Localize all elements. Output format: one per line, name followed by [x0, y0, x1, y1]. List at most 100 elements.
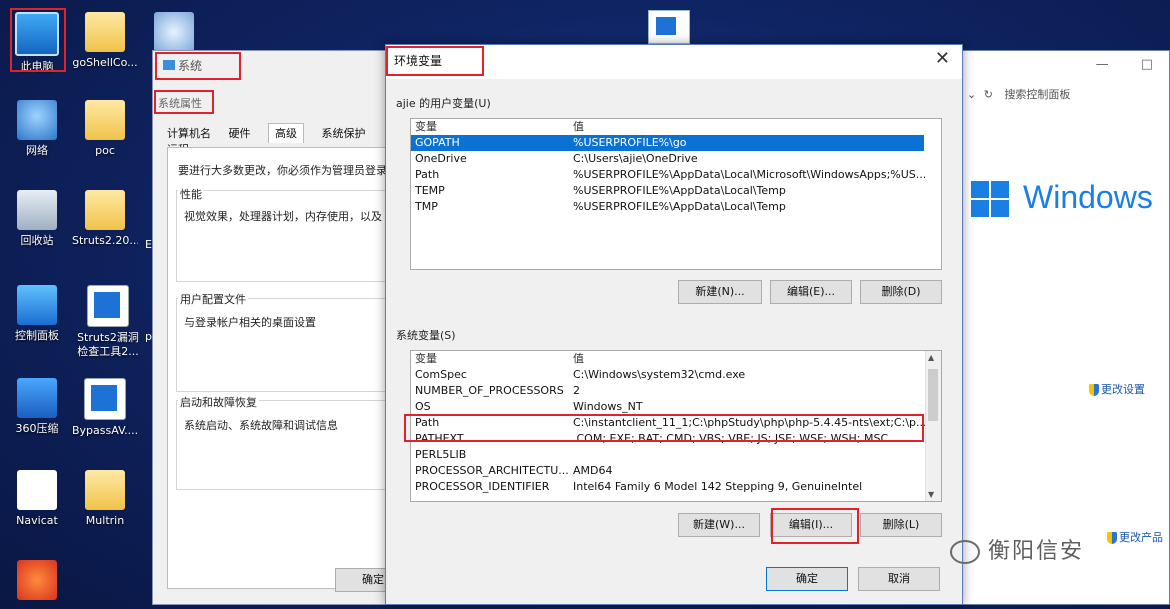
folder-icon [85, 12, 125, 52]
desktop-icon-360zip[interactable]: 360压缩 [4, 378, 70, 436]
var-name: NUMBER_OF_PROCESSORS [415, 384, 564, 397]
scrollbar-thumb[interactable] [928, 369, 938, 421]
list-row[interactable]: OneDrive C:\Users\ajie\OneDrive [411, 151, 941, 167]
user-new-button[interactable]: 新建(N)... [678, 280, 762, 304]
system-vars-label: 系统变量(S) [396, 329, 456, 342]
tab-advanced[interactable]: 高级 [268, 123, 304, 143]
desktop-icon-struts-checker[interactable]: Struts2漏洞检查工具2... [72, 285, 144, 359]
folder-icon [85, 470, 125, 510]
chevron-down-icon[interactable]: ⌄ [967, 88, 976, 101]
refresh-icon[interactable]: ↻ [984, 88, 993, 101]
highlight-box-path-row [404, 414, 924, 442]
change-settings-label: 更改设置 [1101, 383, 1145, 396]
desktop-icon-label: Struts2漏洞检查工具2... [77, 331, 139, 358]
desktop-icon-label: goShellCo... [72, 56, 138, 69]
desktop-icon-label: 网络 [26, 144, 48, 157]
control-panel-icon [17, 285, 57, 325]
tab-computer-name[interactable]: 计算机名 [167, 127, 211, 140]
desktop-icon-navicat[interactable]: Navicat [4, 470, 70, 528]
wechat-icon [950, 540, 980, 564]
highlight-box-env-title [386, 46, 484, 76]
var-name: OneDrive [415, 152, 467, 165]
tab-hardware[interactable]: 硬件 [229, 127, 251, 140]
desktop-icon-struts[interactable]: Struts2.20... [72, 190, 138, 248]
var-name: OS [415, 400, 431, 413]
var-name: PERL5LIB [415, 448, 467, 461]
desktop-icon-poc[interactable]: poc [72, 100, 138, 158]
user-edit-button[interactable]: 编辑(E)... [770, 280, 852, 304]
ok-button[interactable]: 确定 [766, 567, 848, 591]
column-header-variable[interactable]: 变量 [415, 351, 570, 367]
app-icon [17, 560, 57, 600]
desktop-icon-control-panel[interactable]: 控制面板 [4, 285, 70, 343]
column-header-variable[interactable]: 变量 [415, 119, 570, 135]
tab-system-protection[interactable]: 系统保护 [322, 127, 366, 140]
desktop-icon-label: Navicat [16, 514, 58, 527]
archive-icon [17, 378, 57, 418]
desktop-icon-label: BypassAV.... [72, 424, 138, 437]
close-icon[interactable]: ✕ [935, 48, 950, 69]
recycle-bin-icon [17, 190, 57, 230]
vertical-scrollbar[interactable]: ▲ ▼ [925, 351, 941, 501]
list-row[interactable]: PROCESSOR_IDENTIFIER Intel64 Family 6 Mo… [411, 479, 941, 495]
search-bar[interactable]: ⌄ ↻ 搜索控制面板 [967, 86, 1167, 108]
desktop-icon-label: 回收站 [20, 234, 54, 247]
desktop-icon-multrin[interactable]: Multrin [72, 470, 138, 528]
profile-title: 用户配置文件 [178, 291, 248, 307]
scroll-up-icon[interactable]: ▲ [928, 353, 934, 362]
var-name: ComSpec [415, 368, 467, 381]
environment-variables-dialog: 环境变量 ✕ ajie 的用户变量(U) 变量 值 GOPATH %USERPR… [385, 44, 963, 605]
list-row[interactable]: TEMP %USERPROFILE%\AppData\Local\Temp [411, 183, 941, 199]
list-row[interactable]: TMP %USERPROFILE%\AppData\Local\Temp [411, 199, 941, 215]
column-header-value[interactable]: 值 [573, 351, 928, 367]
list-row[interactable]: OS Windows_NT [411, 399, 941, 415]
list-row[interactable]: NUMBER_OF_PROCESSORS 2 [411, 383, 941, 399]
cancel-button[interactable]: 取消 [858, 567, 940, 591]
search-input[interactable]: 搜索控制面板 [1004, 88, 1070, 101]
list-row[interactable]: GOPATH %USERPROFILE%\go [411, 135, 924, 151]
desktop-icon-partial[interactable] [4, 560, 70, 604]
desktop-icon-bypassav[interactable]: BypassAV.... [72, 378, 138, 438]
performance-title: 性能 [178, 186, 204, 202]
windows-logo-icon [971, 181, 1011, 219]
var-value: %USERPROFILE%\AppData\Local\Microsoft\Wi… [573, 168, 927, 181]
column-header-value[interactable]: 值 [573, 119, 928, 135]
desktop-icon-goshell[interactable]: goShellCo... [72, 12, 138, 70]
scroll-down-icon[interactable]: ▼ [928, 490, 934, 499]
list-row[interactable]: Path %USERPROFILE%\AppData\Local\Microso… [411, 167, 941, 183]
list-row[interactable]: PERL5LIB [411, 447, 941, 463]
change-settings-link[interactable]: 更改设置 [1089, 381, 1145, 397]
windows-brand: Windows [1023, 179, 1153, 215]
advanced-tab-panel: 要进行大多数更改，你必须作为管理员登录 性能 视觉效果，处理器计划，内存使用，以… [167, 147, 395, 589]
change-product-link[interactable]: 更改产品 [1107, 529, 1163, 545]
taskbar-app-icon[interactable] [648, 10, 690, 44]
profile-group [176, 298, 388, 392]
var-value: %USERPROFILE%\AppData\Local\Temp [573, 184, 786, 197]
system-delete-button[interactable]: 删除(L) [860, 513, 942, 537]
list-row[interactable]: ComSpec C:\Windows\system32\cmd.exe [411, 367, 941, 383]
var-name: TEMP [415, 184, 445, 197]
highlight-box-system-props [154, 90, 214, 114]
var-name: TMP [415, 200, 438, 213]
network-icon [17, 100, 57, 140]
var-name: PROCESSOR_ARCHITECTU... [415, 464, 569, 477]
desktop-icon-recycle-bin[interactable]: 回收站 [4, 190, 70, 248]
system-properties-window: 系统 系统属性 计算机名 硬件 高级 系统保护 远程 要进行大多数更改，你必须作… [152, 50, 411, 605]
desktop-icon-network[interactable]: 网络 [4, 100, 70, 158]
var-value: %USERPROFILE%\go [573, 136, 687, 149]
desktop-icon-label: Struts2.20... [72, 234, 138, 247]
list-row[interactable]: PROCESSOR_ARCHITECTU... AMD64 [411, 463, 941, 479]
user-vars-list[interactable]: 变量 值 GOPATH %USERPROFILE%\go OneDrive C:… [410, 118, 942, 270]
performance-desc: 视觉效果，处理器计划，内存使用，以及 [184, 210, 382, 223]
minimize-button[interactable]: — [1096, 57, 1109, 72]
var-value: Intel64 Family 6 Model 142 Stepping 9, G… [573, 480, 863, 493]
maximize-button[interactable]: □ [1141, 57, 1153, 72]
watermark-text: 衡阳信安 [988, 539, 1085, 564]
change-product-label: 更改产品 [1119, 531, 1163, 544]
folder-icon [85, 100, 125, 140]
system-new-button[interactable]: 新建(W)... [678, 513, 760, 537]
profile-desc: 与登录帐户相关的桌面设置 [184, 316, 316, 329]
admin-note: 要进行大多数更改，你必须作为管理员登录 [178, 164, 387, 177]
desktop-icon-label: 360压缩 [15, 422, 59, 435]
user-delete-button[interactable]: 删除(D) [860, 280, 942, 304]
